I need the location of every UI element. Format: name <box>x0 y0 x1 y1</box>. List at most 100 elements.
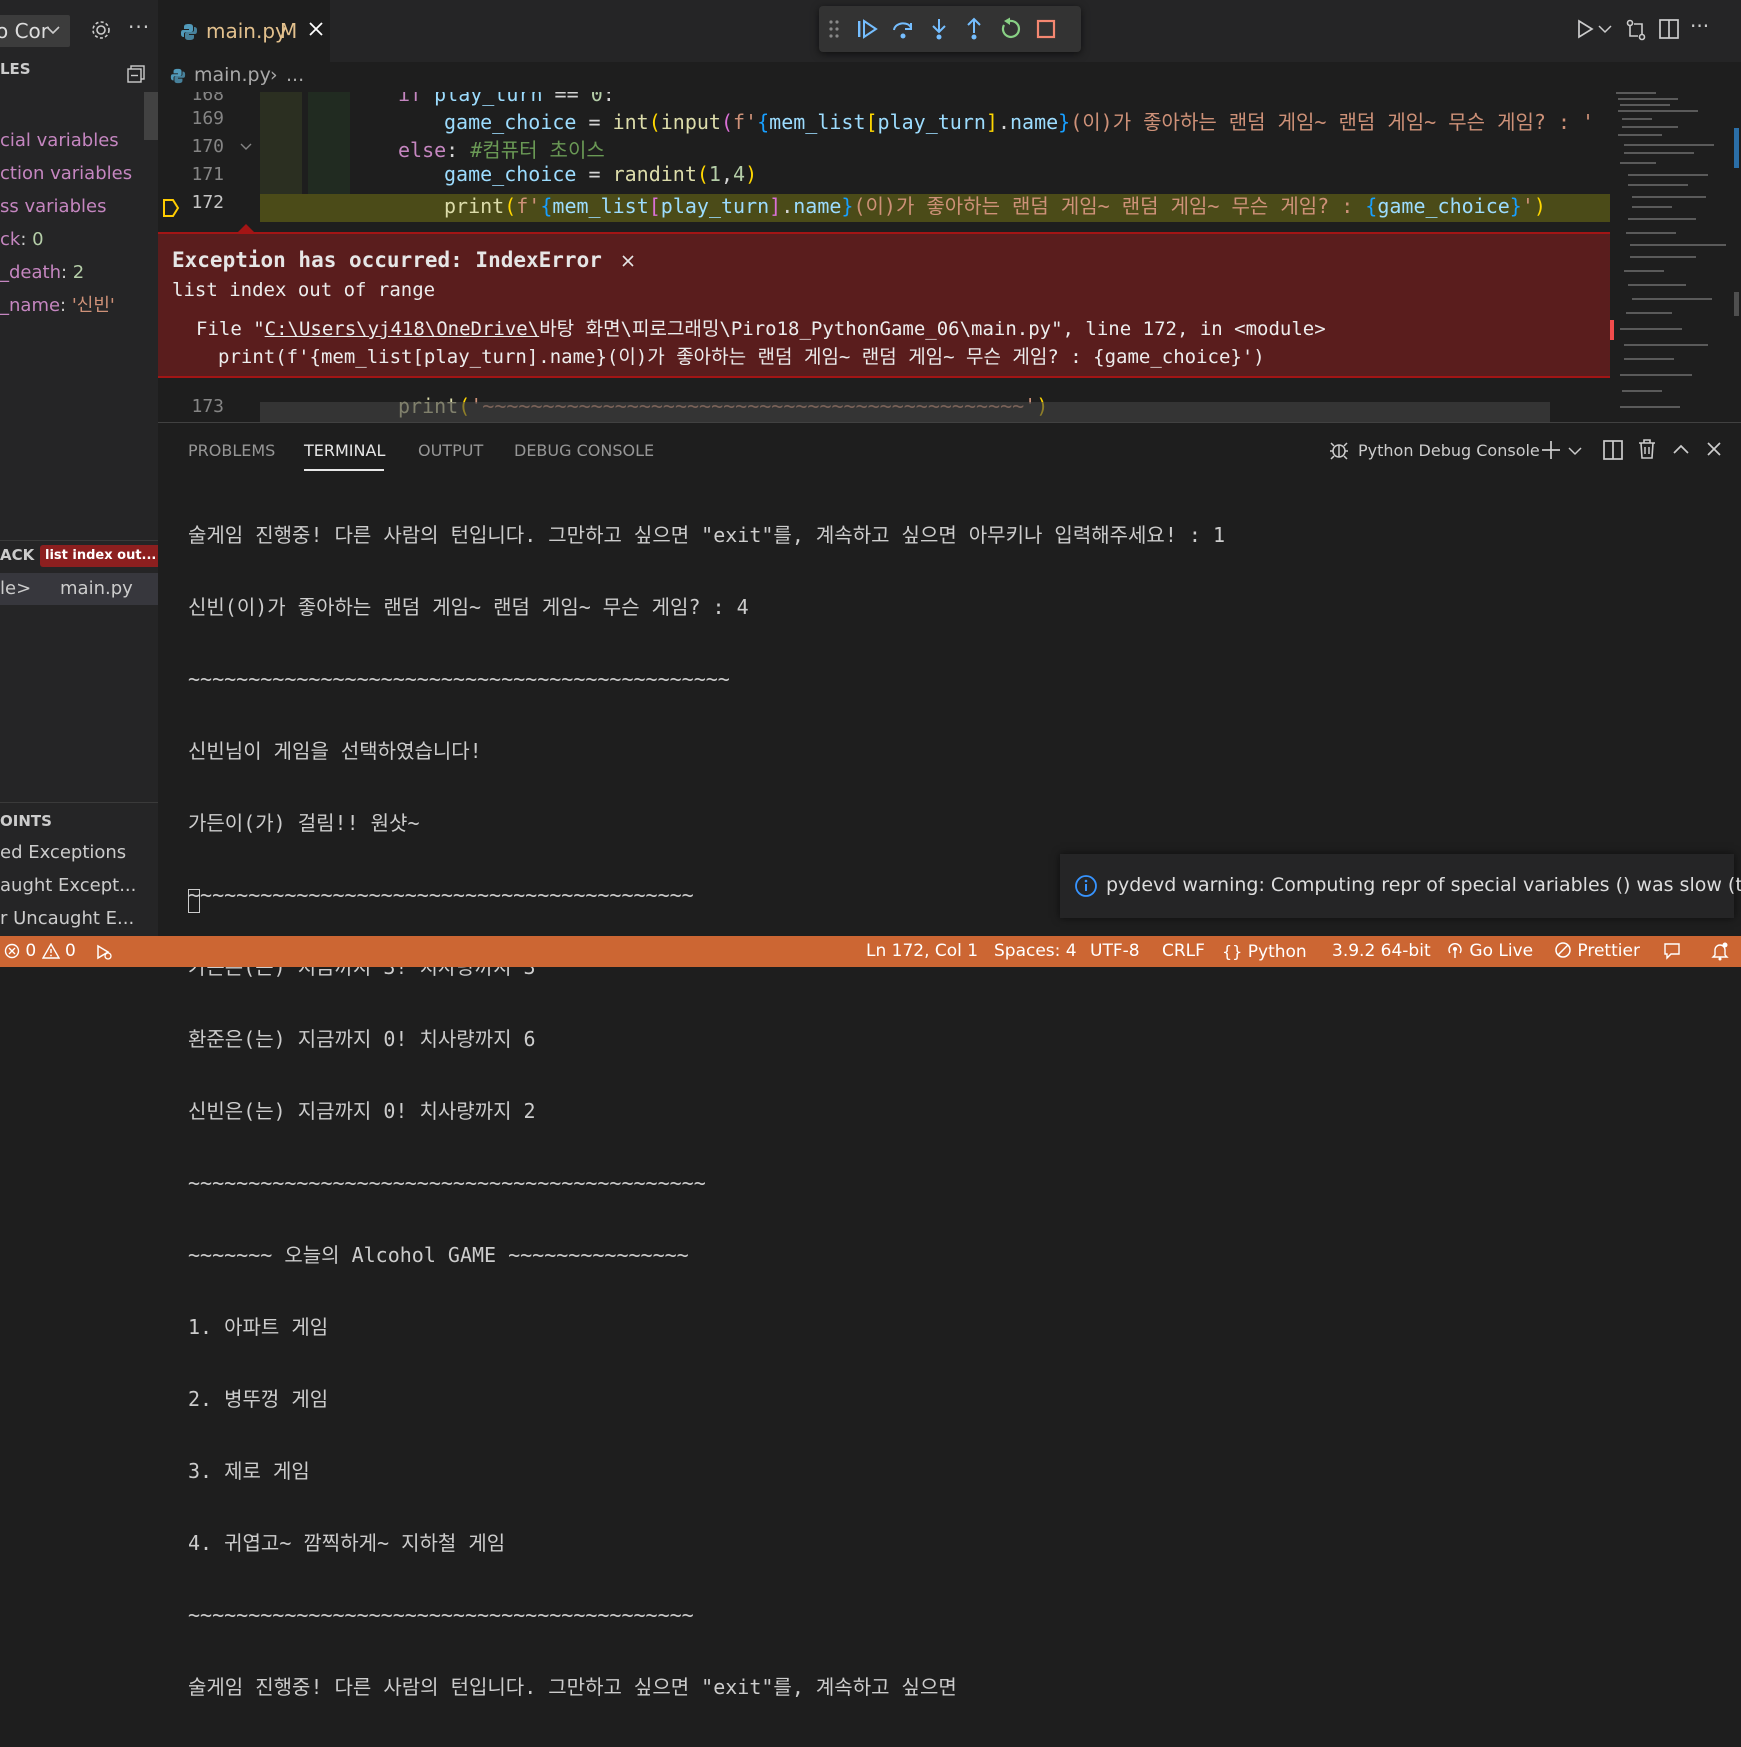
breadcrumb-separator: › <box>270 64 278 86</box>
maximize-panel-icon[interactable] <box>1672 443 1690 455</box>
stack-frame[interactable]: le> main.py <box>0 573 158 605</box>
go-live-button[interactable]: Go Live <box>1446 936 1533 967</box>
terminal-line: 3. 제로 게임 <box>188 1459 310 1483</box>
terminal-line: 환준은(는) 지금까지 0! 치사량까지 6 <box>188 1027 536 1051</box>
breakpoint-item[interactable]: ed Exceptions <box>0 836 136 869</box>
cursor-position[interactable]: Ln 172, Col 1 <box>866 936 978 967</box>
notification-text: pydevd warning: Computing repr of specia… <box>1106 874 1741 896</box>
more-actions-icon[interactable]: ··· <box>1690 14 1709 38</box>
chevron-down-icon[interactable] <box>1568 446 1582 456</box>
gear-icon[interactable] <box>90 19 112 41</box>
python-interpreter[interactable]: 3.9.2 64-bit <box>1332 936 1431 967</box>
debug-console-icon <box>1328 439 1350 461</box>
line-ending[interactable]: CRLF <box>1162 936 1205 967</box>
warning-icon <box>41 943 60 959</box>
close-panel-icon[interactable] <box>1706 441 1722 457</box>
active-tab-indicator <box>304 469 384 471</box>
variable-item[interactable]: ck: 0 <box>0 223 132 256</box>
status-bar: 0 0 Ln 172, Col 1 Spaces: 4 UTF-8 CRLF {… <box>0 936 1741 967</box>
exception-source-line: print(f'{mem_list[play_turn].name}(이)가 좋… <box>218 346 1265 368</box>
prettier-icon <box>1555 942 1571 958</box>
overview-ruler[interactable] <box>1732 92 1741 422</box>
chevron-down-icon[interactable] <box>1598 24 1612 34</box>
line-number: 173 <box>191 396 224 417</box>
drag-handle-icon[interactable] <box>829 17 839 41</box>
python-file-icon <box>180 23 198 41</box>
stop-icon[interactable] <box>1034 17 1058 41</box>
line-number: 171 <box>191 164 224 185</box>
collapse-all-icon[interactable] <box>127 65 145 83</box>
terminal-line: 4. 귀엽고~ 깜찍하게~ 지하철 게임 <box>188 1531 506 1555</box>
variable-item[interactable]: _death: 2 <box>0 256 132 289</box>
breadcrumb: main.py › ... <box>158 62 1741 92</box>
variables-scrollbar[interactable] <box>144 92 158 140</box>
minimap[interactable] <box>1610 92 1732 422</box>
tab-main-py[interactable]: main.py M <box>158 0 330 63</box>
close-icon[interactable] <box>308 21 324 37</box>
split-editor-icon[interactable] <box>1658 18 1680 40</box>
divider <box>0 802 158 803</box>
tab-output[interactable]: OUTPUT <box>418 441 483 460</box>
breakpoint-item[interactable]: aught Except... <box>0 869 136 902</box>
horizontal-scrollbar[interactable] <box>260 402 1550 422</box>
exception-file-link[interactable]: C:\Users\yj418\OneDrive\ <box>265 318 540 340</box>
breakpoint-item[interactable]: r Uncaught E... <box>0 902 136 935</box>
more-icon[interactable]: ··· <box>128 15 150 39</box>
debug-sidebar-header: o Cor ··· <box>0 0 158 62</box>
terminal-line: 2. 병뚜껑 게임 <box>188 1387 329 1411</box>
tab-problems[interactable]: PROBLEMS <box>188 441 275 460</box>
step-out-icon[interactable] <box>962 17 986 41</box>
terminal-output[interactable]: 술게임 진행중! 다른 사람의 턴입니다. 그만하고 싶으면 "exit"를, … <box>188 475 1225 1747</box>
debug-sidebar: o Cor ··· LES cial variables ction varia… <box>0 0 158 936</box>
split-terminal-icon[interactable] <box>1602 439 1624 461</box>
info-icon <box>1074 874 1098 898</box>
encoding[interactable]: UTF-8 <box>1090 936 1140 967</box>
feedback-icon[interactable] <box>1662 941 1682 961</box>
variable-item[interactable]: ction variables <box>0 157 132 190</box>
variable-item[interactable]: ss variables <box>0 190 132 223</box>
line-number: 169 <box>191 108 224 129</box>
python-file-icon <box>170 68 186 84</box>
step-over-icon[interactable] <box>891 17 915 41</box>
breakpoints-header[interactable]: OINTS <box>0 812 52 830</box>
launch-config-select[interactable]: o Cor <box>0 15 70 47</box>
debug-status-icon[interactable] <box>94 942 114 962</box>
exception-title: Exception has occurred: IndexError <box>172 248 635 272</box>
problems-status[interactable]: 0 0 <box>4 936 76 967</box>
variable-item[interactable]: _name: '신빈' <box>0 289 132 322</box>
language-mode[interactable]: {} Python <box>1222 936 1307 968</box>
notification-bell-icon[interactable] <box>1710 941 1730 961</box>
line-number: 170 <box>191 136 224 157</box>
tab-debug-console[interactable]: DEBUG CONSOLE <box>514 441 654 460</box>
fold-chevron-icon[interactable] <box>240 142 252 152</box>
terminal-line: ~~~~~~~~~~~~~~~~~~~~~~~~~~~~~~~~~~~~~~~~… <box>188 1603 694 1627</box>
terminal-instance-name[interactable]: Python Debug Console <box>1358 441 1540 460</box>
breadcrumb-file[interactable]: main.py <box>194 64 271 86</box>
line-number: 168 <box>191 92 224 105</box>
step-into-icon[interactable] <box>927 17 951 41</box>
code-editor[interactable]: 168 if play_turn == 0: 169 game_choice =… <box>158 92 1610 422</box>
tab-terminal[interactable]: TERMINAL <box>304 441 385 460</box>
add-terminal-icon[interactable] <box>1540 439 1562 461</box>
variable-item[interactable]: cial variables <box>0 124 132 157</box>
close-icon[interactable] <box>621 248 635 272</box>
prettier-button[interactable]: Prettier <box>1554 936 1640 967</box>
restart-icon[interactable] <box>998 17 1022 41</box>
notification-toast[interactable]: pydevd warning: Computing repr of specia… <box>1060 854 1741 918</box>
call-stack-header[interactable]: ACK <box>0 546 34 564</box>
compare-changes-icon[interactable] <box>1624 18 1648 42</box>
exception-widget: Exception has occurred: IndexError list … <box>158 232 1610 378</box>
continue-icon[interactable] <box>855 17 879 41</box>
exception-message: list index out of range <box>172 279 436 301</box>
indentation[interactable]: Spaces: 4 <box>994 936 1077 967</box>
exception-pointer-icon <box>238 224 254 232</box>
terminal-line: 신빈(이)가 좋아하는 랜덤 게임~ 랜덤 게임~ 무슨 게임? : 4 <box>188 595 749 619</box>
variables-list: cial variables ction variables ss variab… <box>0 124 132 322</box>
variables-header[interactable]: LES <box>0 60 31 78</box>
breadcrumb-rest[interactable]: ... <box>286 64 304 86</box>
trash-icon[interactable] <box>1636 438 1658 460</box>
terminal-line: 신빈님이 게임을 선택하였습니다! <box>188 739 482 763</box>
code-line: print(f'{mem_list[play_turn].name}(이)가 좋… <box>444 194 1546 218</box>
terminal-line: ~~~~~~~~~~~~~~~~~~~~~~~~~~~~~~~~~~~~~~~~… <box>188 667 730 691</box>
run-icon[interactable] <box>1574 18 1596 40</box>
